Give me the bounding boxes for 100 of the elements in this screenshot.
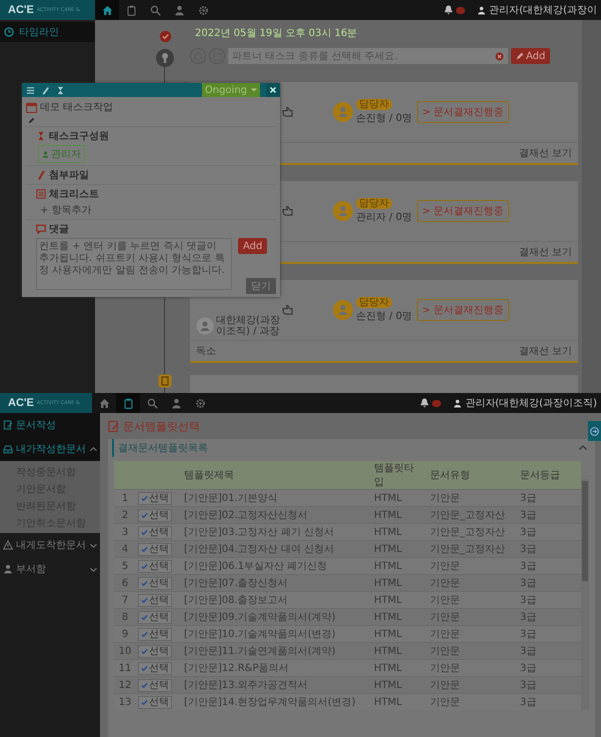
add-button[interactable]: Add	[511, 48, 550, 64]
select-button[interactable]: 선택	[138, 576, 172, 590]
table-cell: 3급	[516, 660, 581, 676]
caret-icon	[251, 87, 257, 93]
approval-line-link[interactable]: 결재선 보기	[518, 146, 572, 160]
select-button[interactable]: 선택	[138, 508, 172, 522]
row-number: 9	[114, 626, 136, 642]
column-header[interactable]: 템플릿타입	[370, 461, 426, 490]
select-button[interactable]: 선택	[138, 610, 172, 624]
add-button[interactable]: Add	[238, 238, 268, 254]
document-edit-icon	[3, 420, 13, 430]
task-title: 데모 태스크작업	[40, 101, 114, 114]
hand-icon[interactable]	[282, 205, 293, 216]
bell-icon[interactable]	[420, 398, 430, 408]
check-icon	[141, 596, 148, 604]
approval-line-link[interactable]: 결재선 보기	[518, 244, 572, 259]
clipboard-icon	[122, 398, 134, 408]
document-status-button[interactable]: > 문서결재진행중	[417, 200, 509, 222]
table-cell: HTML	[370, 558, 426, 574]
hourglass-icon	[36, 131, 46, 141]
table-cell: HTML	[370, 490, 426, 506]
comment-field[interactable]: 컨트롤 + 엔터 키를 누르면 즉시 댓글이 추가됩니다. 쉬프트키 사용시 형식으로 특정 사용자에게만 알림 전송이 가능합니다.	[36, 238, 232, 290]
select-button[interactable]: 선택	[138, 696, 172, 708]
sidebar-item[interactable]: 타임라인	[0, 22, 95, 42]
table-cell: [기안문]04.고정자산 대여 신청서	[180, 540, 370, 558]
add-item-link[interactable]: + 항목추가	[36, 201, 92, 217]
table-cell: 3급	[516, 642, 581, 660]
approval-line-link[interactable]: 결재선 보기	[518, 344, 572, 358]
page-title: 문서템플릿선택	[123, 418, 200, 434]
close-button[interactable]	[266, 83, 280, 97]
clear-icon[interactable]	[495, 52, 504, 61]
document-icon	[158, 374, 172, 388]
check-icon	[141, 664, 148, 672]
list-icon[interactable]	[26, 86, 35, 94]
close-button[interactable]: 닫기	[246, 278, 276, 294]
home-icon	[102, 4, 112, 16]
table-cell: 3급	[516, 506, 581, 524]
user-menu[interactable]: 관리자(대한체강(과장이	[477, 0, 601, 20]
check-icon	[141, 494, 148, 502]
pencil-icon[interactable]	[28, 117, 35, 124]
row-number: 11	[114, 660, 136, 676]
table-cell: 기안문	[426, 660, 516, 676]
document-status-button[interactable]: > 문서결재진행중	[417, 298, 509, 321]
select-button[interactable]: 선택	[138, 560, 172, 572]
document-status-button[interactable]: > 문서결재진행중	[417, 100, 509, 123]
select-button[interactable]: 선택	[138, 628, 172, 640]
close-icon	[270, 87, 276, 93]
check-icon	[141, 698, 148, 706]
calendar-icon	[26, 102, 37, 112]
column-header[interactable]: 템플릿제목	[180, 461, 370, 490]
sidebar-item[interactable]: 부서함	[0, 557, 100, 581]
table-cell: 3급	[516, 490, 581, 506]
sidebar-item[interactable]: 내게도착한문서	[0, 533, 100, 557]
nav-tab[interactable]	[95, 0, 119, 20]
exit-tab[interactable]	[588, 421, 601, 441]
hand-icon[interactable]	[282, 106, 293, 118]
nav-tab[interactable]	[116, 393, 140, 413]
assignee-name: 손진형 / 0명	[356, 310, 412, 323]
column-header[interactable]: 문서유형	[426, 461, 516, 490]
table-cell: 기안문_고정자산	[426, 524, 516, 540]
select-button[interactable]: 선택	[138, 678, 172, 692]
speech-bubble-icon	[36, 224, 46, 234]
scrollbar[interactable]	[581, 479, 589, 710]
timeline-date: 2022년 05월 19일 오후 03시 16분	[194, 27, 358, 40]
select-button[interactable]: 선택	[138, 542, 172, 556]
caret-icon	[90, 566, 97, 572]
caret-icon	[90, 446, 97, 452]
home-icon	[98, 398, 110, 408]
row-number: 2	[114, 506, 136, 524]
user-menu[interactable]: 관리자(대한체강(과장이조직)	[453, 393, 601, 413]
select-button[interactable]: 선택	[138, 594, 172, 606]
table-cell: HTML	[370, 592, 426, 608]
clipboard-icon	[126, 4, 136, 16]
settings-icon	[198, 4, 208, 16]
collapse-icon[interactable]	[579, 444, 587, 452]
scrollbar[interactable]	[582, 20, 601, 393]
table-cell: [기안문]13.외주가공견적서	[180, 676, 370, 694]
member-chip[interactable]: 관리자	[38, 145, 85, 163]
table-cell: [기안문]02.고정자산신청서	[180, 506, 370, 524]
user-icon	[3, 564, 13, 574]
table-cell: HTML	[370, 626, 426, 642]
check-icon	[141, 614, 148, 620]
sidebar-item[interactable]: 문서작성	[0, 413, 100, 437]
status-button[interactable]: Ongoing	[202, 83, 260, 97]
hourglass-icon[interactable]	[56, 86, 65, 94]
table-cell: 3급	[516, 540, 581, 558]
select-button[interactable]: 선택	[138, 492, 172, 504]
paperclip-icon[interactable]	[41, 86, 50, 94]
column-header[interactable]: 문서등급	[516, 461, 581, 490]
sidebar-item[interactable]: 내가작성한문서	[0, 437, 100, 461]
select-button[interactable]: 선택	[138, 644, 172, 658]
select-button[interactable]: 선택	[138, 662, 172, 674]
select-button[interactable]: 선택	[138, 526, 172, 538]
table-cell: HTML	[370, 642, 426, 660]
hand-icon[interactable]	[282, 304, 293, 316]
bell-icon[interactable]	[444, 5, 454, 15]
assignee-name: 손진형 / 0명	[356, 112, 412, 125]
check-icon	[141, 546, 148, 552]
settings-icon	[194, 398, 206, 408]
table-cell: 3급	[516, 524, 581, 540]
